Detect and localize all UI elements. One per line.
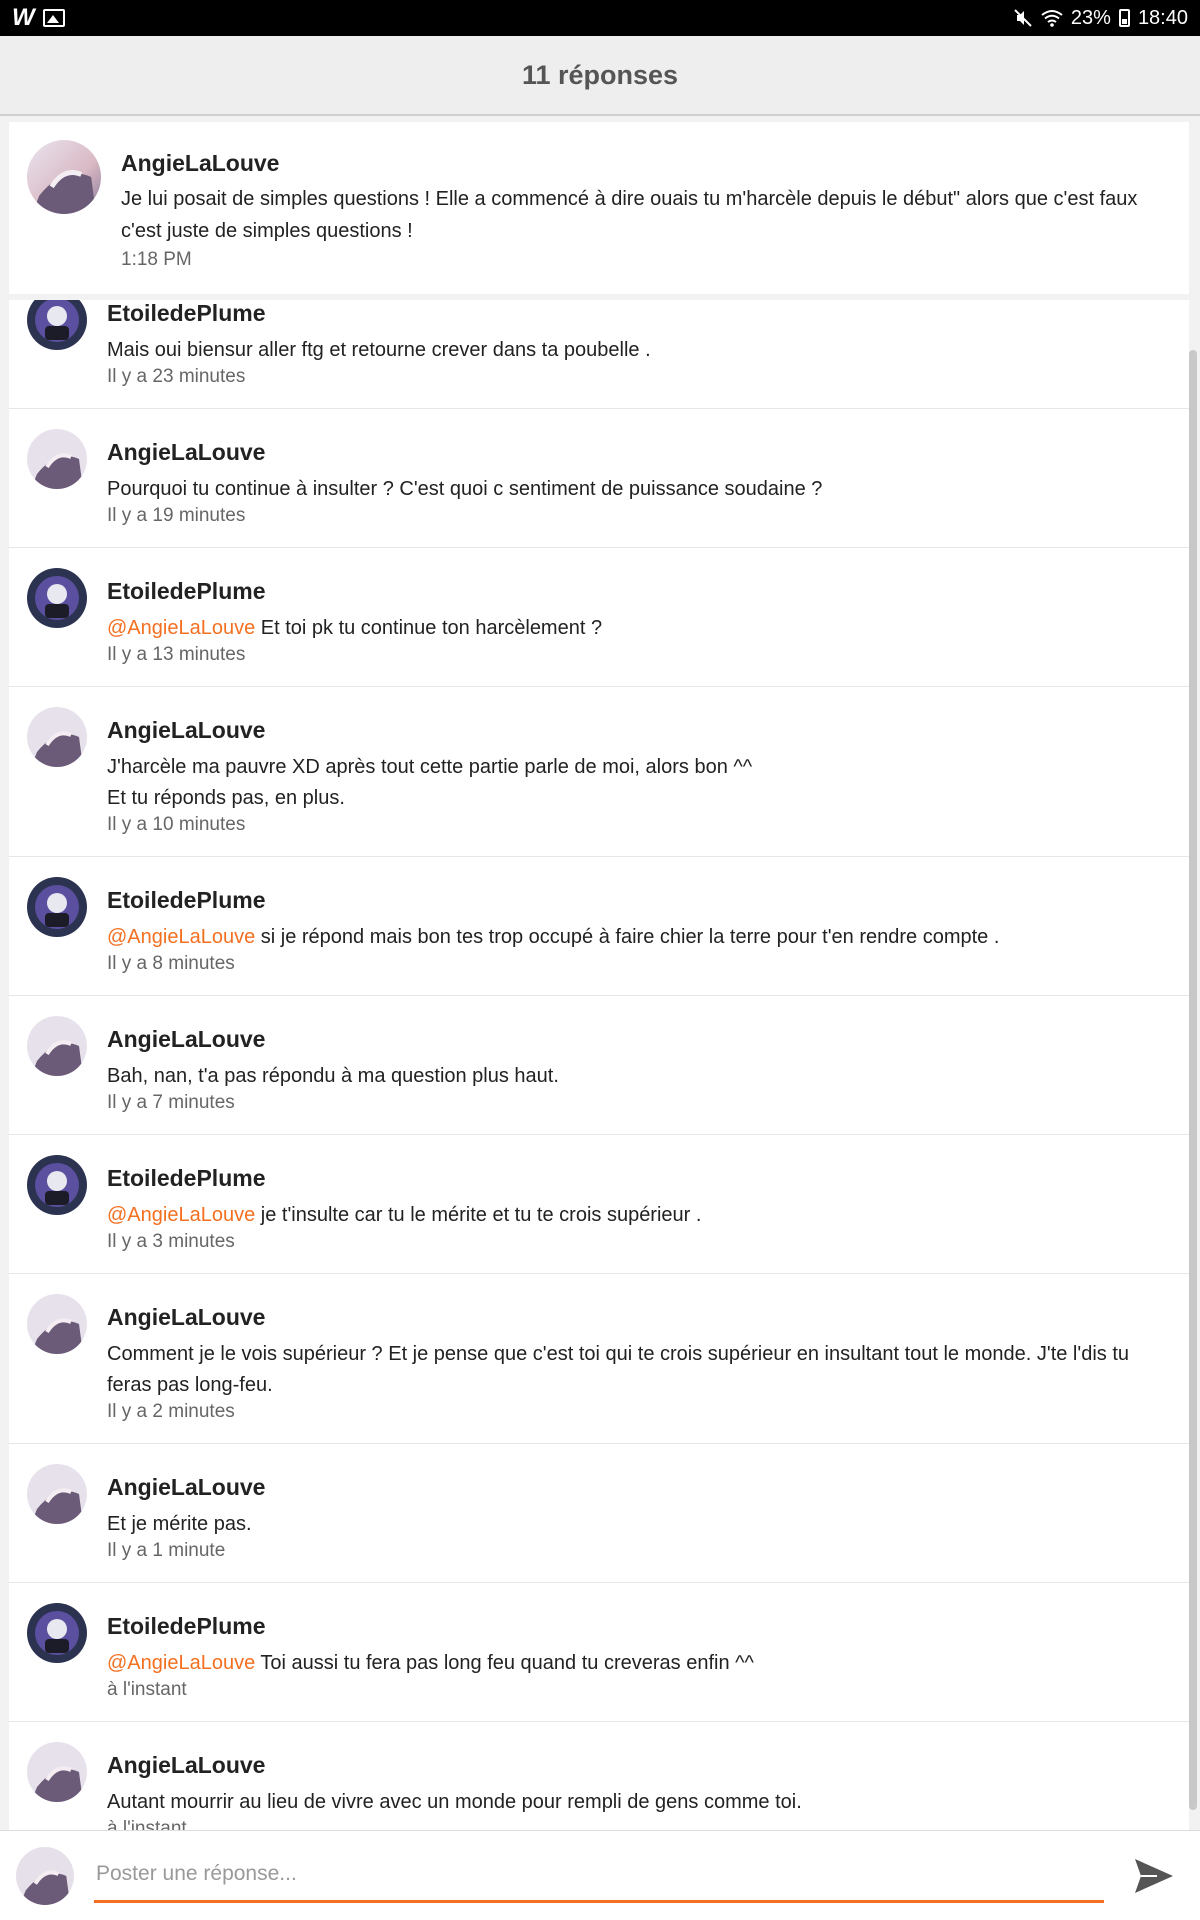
reply-message: Et je mérite pas. <box>107 1513 252 1535</box>
author-avatar[interactable] <box>27 1294 87 1354</box>
reply-author[interactable]: EtoiledePlume <box>107 1165 1171 1192</box>
user-mention-link[interactable]: @AngieLaLouve <box>107 1652 255 1674</box>
reply-message: J'harcèle ma pauvre XD après tout cette … <box>107 756 753 809</box>
battery-icon <box>1118 9 1130 27</box>
comment-time: 1:18 PM <box>121 249 192 270</box>
author-avatar[interactable] <box>27 300 87 350</box>
reply-text: J'harcèle ma pauvre XD après tout cette … <box>107 752 1171 814</box>
reply-item: AngieLaLouve Comment je le vois supérieu… <box>9 1274 1189 1444</box>
reply-time: Il y a 8 minutes <box>107 953 235 974</box>
scrollbar[interactable] <box>1189 350 1197 1810</box>
author-avatar[interactable] <box>27 877 87 937</box>
author-avatar[interactable] <box>27 568 87 628</box>
mute-icon <box>1014 9 1032 27</box>
battery-percent: 23% <box>1070 6 1111 29</box>
reply-message: Bah, nan, t'a pas répondu à ma question … <box>107 1065 559 1087</box>
send-button[interactable] <box>1124 1846 1184 1906</box>
reply-author[interactable]: EtoiledePlume <box>107 300 1171 327</box>
wattpad-logo-icon: W <box>12 4 35 31</box>
reply-item: EtoiledePlume @AngieLaLouve Toi aussi tu… <box>9 1583 1189 1722</box>
reply-item: EtoiledePlume @AngieLaLouve si je répond… <box>9 857 1189 996</box>
image-notification-icon <box>42 9 65 27</box>
reply-text: @AngieLaLouve je t'insulte car tu le mér… <box>107 1200 1171 1231</box>
reply-text: Pourquoi tu continue à insulter ? C'est … <box>107 474 1171 505</box>
replies-count-title: 11 réponses <box>521 59 679 90</box>
reply-message: Toi aussi tu fera pas long feu quand tu … <box>255 1652 754 1674</box>
reply-message: si je répond mais bon tes trop occupé à … <box>255 926 1000 948</box>
original-comment: AngieLaLouve Je lui posait de simples qu… <box>9 122 1189 294</box>
reply-message: Comment je le vois supérieur ? Et je pen… <box>107 1343 1129 1396</box>
reply-item: EtoiledePlume @AngieLaLouve Et toi pk tu… <box>9 548 1189 687</box>
reply-author[interactable]: AngieLaLouve <box>107 1474 1171 1501</box>
author-avatar[interactable] <box>27 1464 87 1524</box>
reply-message: je t'insulte car tu le mérite et tu te c… <box>255 1204 702 1226</box>
reply-time: Il y a 7 minutes <box>107 1092 235 1113</box>
reply-message: Pourquoi tu continue à insulter ? C'est … <box>107 478 823 500</box>
reply-item: EtoiledePlume @AngieLaLouve je t'insulte… <box>9 1135 1189 1274</box>
reply-item: AngieLaLouve Bah, nan, t'a pas répondu à… <box>9 996 1189 1135</box>
reply-time: Il y a 3 minutes <box>107 1231 235 1252</box>
reply-time: Il y a 1 minute <box>107 1540 226 1561</box>
reply-author[interactable]: AngieLaLouve <box>107 1026 1171 1053</box>
comment-text: Je lui posait de simples questions ! Ell… <box>121 188 1138 242</box>
reply-time: Il y a 19 minutes <box>107 505 246 526</box>
reply-text: Mais oui biensur aller ftg et retourne c… <box>107 335 1171 366</box>
reply-text: @AngieLaLouve Toi aussi tu fera pas long… <box>107 1648 1171 1679</box>
author-avatar[interactable] <box>27 1155 87 1215</box>
author-avatar[interactable] <box>27 429 87 489</box>
send-icon <box>1135 1858 1173 1893</box>
user-mention-link[interactable]: @AngieLaLouve <box>107 617 255 639</box>
reply-author[interactable]: AngieLaLouve <box>107 439 1171 466</box>
reply-message: Mais oui biensur aller ftg et retourne c… <box>107 339 651 361</box>
clock: 18:40 <box>1137 6 1188 29</box>
reply-item: EtoiledePlume Mais oui biensur aller ftg… <box>9 300 1189 409</box>
reply-input[interactable] <box>94 1848 1104 1903</box>
reply-text: @AngieLaLouve si je répond mais bon tes … <box>107 922 1171 953</box>
status-bar: W 23% 18:40 <box>0 0 1200 36</box>
reply-text: Autant mourrir au lieu de vivre avec un … <box>107 1787 1171 1818</box>
reply-author[interactable]: AngieLaLouve <box>107 1752 1171 1779</box>
reply-message: Et toi pk tu continue ton harcèlement ? <box>255 617 603 639</box>
reply-author[interactable]: EtoiledePlume <box>107 578 1171 605</box>
author-avatar[interactable] <box>27 1016 87 1076</box>
comment-author[interactable]: AngieLaLouve <box>121 150 1171 177</box>
reply-time: à l'instant <box>107 1679 187 1700</box>
reply-message: Autant mourrir au lieu de vivre avec un … <box>107 1791 802 1813</box>
reply-composer <box>0 1830 1200 1920</box>
user-mention-link[interactable]: @AngieLaLouve <box>107 926 255 948</box>
reply-item: AngieLaLouve J'harcèle ma pauvre XD aprè… <box>9 687 1189 857</box>
replies-list[interactable]: EtoiledePlume Mais oui biensur aller ftg… <box>9 300 1189 1830</box>
reply-author[interactable]: EtoiledePlume <box>107 1613 1171 1640</box>
reply-item: AngieLaLouve Et je mérite pas. Il y a 1 … <box>9 1444 1189 1583</box>
author-avatar[interactable] <box>27 707 87 767</box>
reply-time: Il y a 2 minutes <box>107 1401 235 1422</box>
reply-time: Il y a 23 minutes <box>107 366 246 387</box>
reply-text: Et je mérite pas. <box>107 1509 1171 1540</box>
reply-time: à l'instant <box>107 1818 187 1830</box>
reply-author[interactable]: EtoiledePlume <box>107 887 1171 914</box>
reply-item: AngieLaLouve Pourquoi tu continue à insu… <box>9 409 1189 548</box>
reply-text: @AngieLaLouve Et toi pk tu continue ton … <box>107 613 1171 644</box>
author-avatar[interactable] <box>27 140 101 214</box>
wifi-icon <box>1041 10 1063 27</box>
user-mention-link[interactable]: @AngieLaLouve <box>107 1204 255 1226</box>
reply-text: Comment je le vois supérieur ? Et je pen… <box>107 1339 1171 1401</box>
reply-author[interactable]: AngieLaLouve <box>107 1304 1171 1331</box>
reply-author[interactable]: AngieLaLouve <box>107 717 1171 744</box>
author-avatar[interactable] <box>27 1742 87 1802</box>
author-avatar[interactable] <box>27 1603 87 1663</box>
reply-time: Il y a 10 minutes <box>107 814 246 835</box>
current-user-avatar <box>16 1846 74 1905</box>
reply-time: Il y a 13 minutes <box>107 644 246 665</box>
thread-header: 11 réponses <box>0 36 1200 116</box>
reply-text: Bah, nan, t'a pas répondu à ma question … <box>107 1061 1171 1092</box>
reply-item: AngieLaLouve Autant mourrir au lieu de v… <box>9 1722 1189 1830</box>
